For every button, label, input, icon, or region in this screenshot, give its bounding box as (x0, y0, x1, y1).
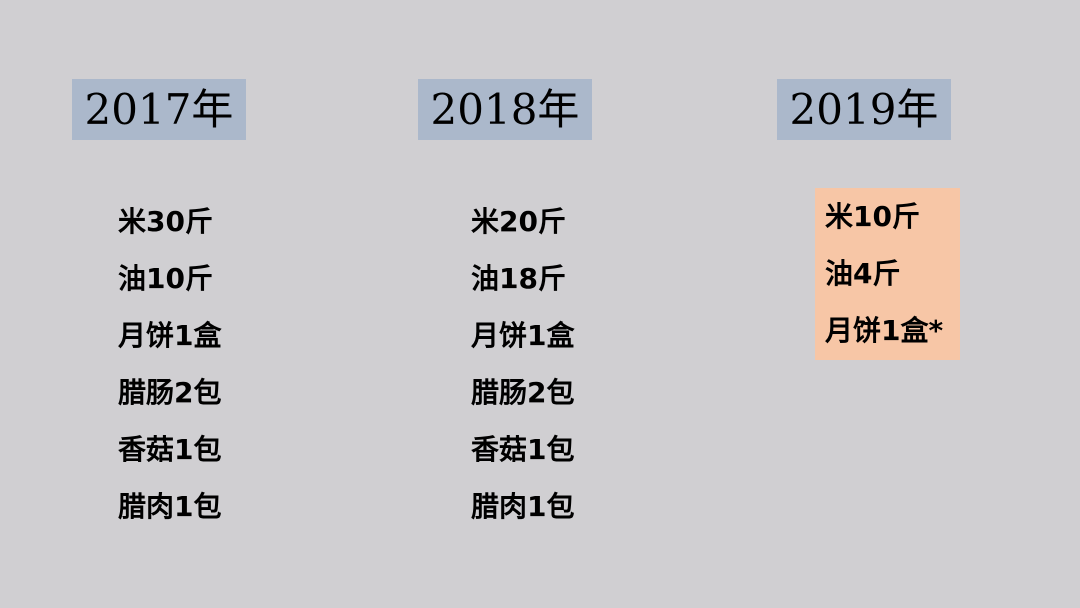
year-label-2018: 2018年 (418, 79, 592, 140)
list-item: 腊肠2包 (471, 376, 575, 409)
list-item: 腊肠2包 (118, 376, 222, 409)
item-list-2018: 米20斤 油18斤 月饼1盒 腊肠2包 香菇1包 腊肉1包 (471, 193, 574, 535)
list-item: 腊肉1包 (118, 490, 222, 523)
list-item: 月饼1盒 (118, 319, 222, 352)
list-item: 油10斤 (118, 262, 213, 295)
list-item: 月饼1盒* (825, 314, 944, 347)
list-item: 香菇1包 (471, 433, 575, 466)
list-item: 腊肉1包 (471, 490, 575, 523)
list-item: 月饼1盒 (471, 319, 575, 352)
slide: { "columns": [ { "year": "2017年", "items… (0, 0, 1080, 608)
list-item: 香菇1包 (118, 433, 222, 466)
list-item: 油18斤 (471, 262, 566, 295)
list-item: 油4斤 (825, 257, 901, 290)
list-item: 米30斤 (118, 205, 213, 238)
item-list-2017: 米30斤 油10斤 月饼1盒 腊肠2包 香菇1包 腊肉1包 (118, 193, 221, 535)
year-label-2017: 2017年 (72, 79, 246, 140)
year-label-2019: 2019年 (777, 79, 951, 140)
list-item: 米20斤 (471, 205, 566, 238)
highlighted-item-list-2019: 米10斤 油4斤 月饼1盒* (815, 188, 960, 360)
list-item: 米10斤 (825, 200, 920, 233)
